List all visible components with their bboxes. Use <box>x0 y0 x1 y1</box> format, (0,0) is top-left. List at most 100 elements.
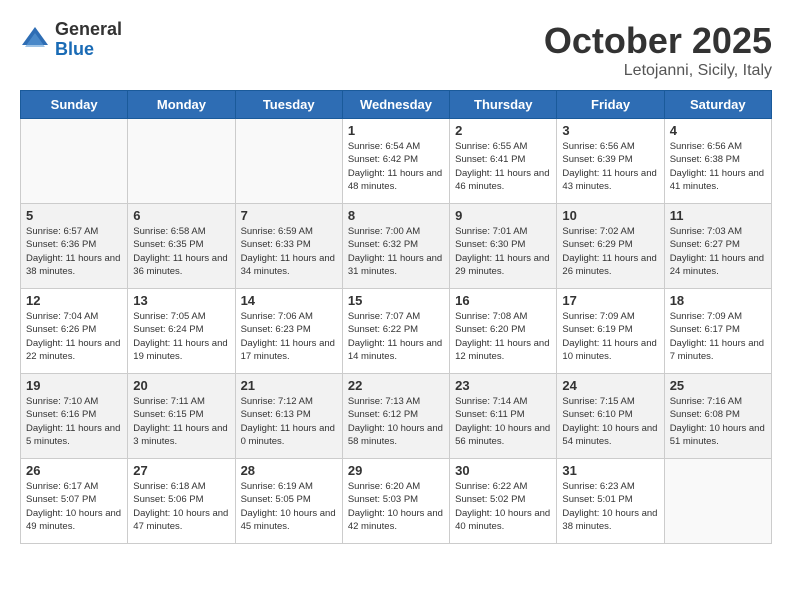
day-cell: 23Sunrise: 7:14 AMSunset: 6:11 PMDayligh… <box>450 374 557 459</box>
day-number: 13 <box>133 293 229 308</box>
logo-icon <box>20 25 50 55</box>
day-cell: 4 Sunrise: 6:56 AMSunset: 6:38 PMDaylight… <box>664 119 771 204</box>
weekday-header: SundayMondayTuesdayWednesdayThursdayFrid… <box>21 91 772 119</box>
day-info: Sunrise: 6:18 AMSunset: 5:06 PMDaylight:… <box>133 480 229 533</box>
day-number: 6 <box>133 208 229 223</box>
day-number: 14 <box>241 293 337 308</box>
day-number: 7 <box>241 208 337 223</box>
day-number: 27 <box>133 463 229 478</box>
logo-text: General Blue <box>55 20 122 60</box>
title-block: October 2025 Letojanni, Sicily, Italy <box>544 20 772 80</box>
day-cell: 9 Sunrise: 7:01 AMSunset: 6:30 PMDaylight… <box>450 204 557 289</box>
day-cell: 19 Sunrise: 7:10 AMSunset: 6:16 PMDayligh… <box>21 374 128 459</box>
day-number: 31 <box>562 463 658 478</box>
week-row-1: 1 Sunrise: 6:54 AMSunset: 6:42 PMDaylight… <box>21 119 772 204</box>
day-number: 18 <box>670 293 766 308</box>
day-number: 21 <box>241 378 337 393</box>
day-number: 24 <box>562 378 658 393</box>
weekday-wednesday: Wednesday <box>342 91 449 119</box>
day-info: Sunrise: 7:15 AMSunset: 6:10 PMDaylight:… <box>562 395 658 448</box>
location: Letojanni, Sicily, Italy <box>544 62 772 80</box>
day-number: 30 <box>455 463 551 478</box>
day-info: Sunrise: 6:22 AMSunset: 5:02 PMDaylight:… <box>455 480 551 533</box>
day-cell: 30 Sunrise: 6:22 AMSunset: 5:02 PMDayligh… <box>450 459 557 544</box>
day-number: 17 <box>562 293 658 308</box>
day-cell: 11 Sunrise: 7:03 AMSunset: 6:27 PMDayligh… <box>664 204 771 289</box>
day-number: 11 <box>670 208 766 223</box>
day-cell: 21 Sunrise: 7:12 AMSunset: 6:13 PMDayligh… <box>235 374 342 459</box>
day-info: Sunrise: 6:59 AMSunset: 6:33 PMDaylight:… <box>241 225 337 278</box>
day-number: 25 <box>670 378 766 393</box>
day-number: 10 <box>562 208 658 223</box>
day-info: Sunrise: 7:16 AMSunset: 6:08 PMDaylight:… <box>670 395 766 448</box>
day-cell: 12Sunrise: 7:04 AMSunset: 6:26 PMDayligh… <box>21 289 128 374</box>
weekday-thursday: Thursday <box>450 91 557 119</box>
day-info: Sunrise: 6:58 AMSunset: 6:35 PMDaylight:… <box>133 225 229 278</box>
day-info: Sunrise: 7:06 AMSunset: 6:23 PMDaylight:… <box>241 310 337 363</box>
day-cell: 7 Sunrise: 6:59 AMSunset: 6:33 PMDaylight… <box>235 204 342 289</box>
day-cell: 3 Sunrise: 6:56 AMSunset: 6:39 PMDaylight… <box>557 119 664 204</box>
day-info: Sunrise: 7:10 AMSunset: 6:16 PMDaylight:… <box>26 395 122 448</box>
day-number: 19 <box>26 378 122 393</box>
day-number: 3 <box>562 123 658 138</box>
day-info: Sunrise: 7:12 AMSunset: 6:13 PMDaylight:… <box>241 395 337 448</box>
day-info: Sunrise: 6:19 AMSunset: 5:05 PMDaylight:… <box>241 480 337 533</box>
day-info: Sunrise: 7:07 AMSunset: 6:22 PMDaylight:… <box>348 310 444 363</box>
day-cell: 13 Sunrise: 7:05 AMSunset: 6:24 PMDayligh… <box>128 289 235 374</box>
logo-general: General <box>55 20 122 40</box>
day-cell: 20Sunrise: 7:11 AMSunset: 6:15 PMDayligh… <box>128 374 235 459</box>
week-row-5: 26 Sunrise: 6:17 AMSunset: 5:07 PMDayligh… <box>21 459 772 544</box>
day-cell: 28 Sunrise: 6:19 AMSunset: 5:05 PMDayligh… <box>235 459 342 544</box>
day-info: Sunrise: 6:57 AMSunset: 6:36 PMDaylight:… <box>26 225 122 278</box>
calendar: SundayMondayTuesdayWednesdayThursdayFrid… <box>20 90 772 544</box>
day-number: 26 <box>26 463 122 478</box>
day-info: Sunrise: 6:56 AMSunset: 6:39 PMDaylight:… <box>562 140 658 193</box>
day-cell: 10Sunrise: 7:02 AMSunset: 6:29 PMDayligh… <box>557 204 664 289</box>
day-cell: 5 Sunrise: 6:57 AMSunset: 6:36 PMDaylight… <box>21 204 128 289</box>
day-info: Sunrise: 7:03 AMSunset: 6:27 PMDaylight:… <box>670 225 766 278</box>
day-cell: 14 Sunrise: 7:06 AMSunset: 6:23 PMDayligh… <box>235 289 342 374</box>
day-cell: 2 Sunrise: 6:55 AMSunset: 6:41 PMDaylight… <box>450 119 557 204</box>
day-number: 5 <box>26 208 122 223</box>
day-cell: 25 Sunrise: 7:16 AMSunset: 6:08 PMDayligh… <box>664 374 771 459</box>
day-number: 4 <box>670 123 766 138</box>
day-info: Sunrise: 6:56 AMSunset: 6:38 PMDaylight:… <box>670 140 766 193</box>
day-number: 29 <box>348 463 444 478</box>
week-row-4: 19 Sunrise: 7:10 AMSunset: 6:16 PMDayligh… <box>21 374 772 459</box>
day-info: Sunrise: 6:17 AMSunset: 5:07 PMDaylight:… <box>26 480 122 533</box>
day-cell: 18 Sunrise: 7:09 AMSunset: 6:17 PMDayligh… <box>664 289 771 374</box>
day-cell: 17Sunrise: 7:09 AMSunset: 6:19 PMDayligh… <box>557 289 664 374</box>
page-header: General Blue October 2025 Letojanni, Sic… <box>20 20 772 80</box>
day-info: Sunrise: 7:13 AMSunset: 6:12 PMDaylight:… <box>348 395 444 448</box>
calendar-body: 1 Sunrise: 6:54 AMSunset: 6:42 PMDaylight… <box>21 119 772 544</box>
day-info: Sunrise: 7:09 AMSunset: 6:17 PMDaylight:… <box>670 310 766 363</box>
week-row-3: 12Sunrise: 7:04 AMSunset: 6:26 PMDayligh… <box>21 289 772 374</box>
day-info: Sunrise: 7:11 AMSunset: 6:15 PMDaylight:… <box>133 395 229 448</box>
day-info: Sunrise: 7:00 AMSunset: 6:32 PMDaylight:… <box>348 225 444 278</box>
day-number: 15 <box>348 293 444 308</box>
day-number: 28 <box>241 463 337 478</box>
day-cell: 22 Sunrise: 7:13 AMSunset: 6:12 PMDayligh… <box>342 374 449 459</box>
day-cell: 27 Sunrise: 6:18 AMSunset: 5:06 PMDayligh… <box>128 459 235 544</box>
weekday-friday: Friday <box>557 91 664 119</box>
day-cell <box>128 119 235 204</box>
day-number: 1 <box>348 123 444 138</box>
day-number: 23 <box>455 378 551 393</box>
day-info: Sunrise: 7:08 AMSunset: 6:20 PMDaylight:… <box>455 310 551 363</box>
day-number: 2 <box>455 123 551 138</box>
day-info: Sunrise: 6:55 AMSunset: 6:41 PMDaylight:… <box>455 140 551 193</box>
day-cell: 6 Sunrise: 6:58 AMSunset: 6:35 PMDaylight… <box>128 204 235 289</box>
day-cell: 16Sunrise: 7:08 AMSunset: 6:20 PMDayligh… <box>450 289 557 374</box>
weekday-tuesday: Tuesday <box>235 91 342 119</box>
day-number: 9 <box>455 208 551 223</box>
logo: General Blue <box>20 20 122 60</box>
day-info: Sunrise: 7:01 AMSunset: 6:30 PMDaylight:… <box>455 225 551 278</box>
logo-blue: Blue <box>55 40 122 60</box>
day-info: Sunrise: 6:54 AMSunset: 6:42 PMDaylight:… <box>348 140 444 193</box>
day-cell: 29Sunrise: 6:20 AMSunset: 5:03 PMDayligh… <box>342 459 449 544</box>
day-info: Sunrise: 7:04 AMSunset: 6:26 PMDaylight:… <box>26 310 122 363</box>
day-cell <box>664 459 771 544</box>
day-cell: 24 Sunrise: 7:15 AMSunset: 6:10 PMDayligh… <box>557 374 664 459</box>
day-number: 22 <box>348 378 444 393</box>
day-info: Sunrise: 7:05 AMSunset: 6:24 PMDaylight:… <box>133 310 229 363</box>
